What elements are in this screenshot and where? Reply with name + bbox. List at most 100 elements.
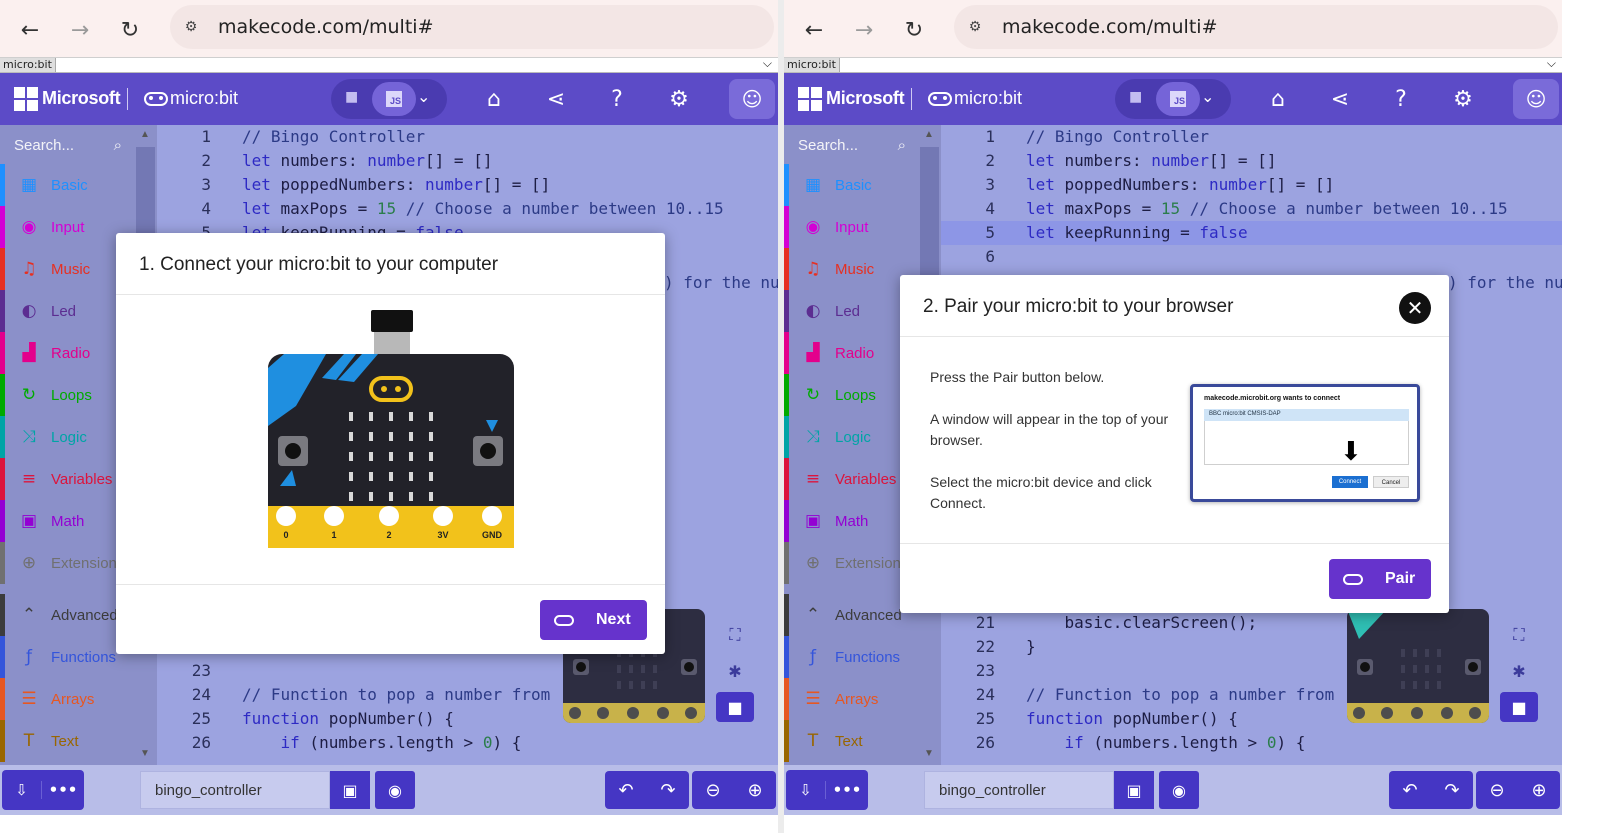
redo-icon[interactable]: ↷ xyxy=(1431,780,1473,801)
share-icon[interactable]: ⋖ xyxy=(541,85,571,113)
scroll-up-icon[interactable]: ▲ xyxy=(140,129,150,140)
toolbox-category-math[interactable]: ▣ Math xyxy=(784,500,918,542)
toolbox-category-radio[interactable]: ▟ Radio xyxy=(784,332,918,374)
toolbox-category-led[interactable]: ◐ Led xyxy=(784,290,918,332)
more-options-icon[interactable]: ••• xyxy=(42,781,84,799)
scroll-down-icon[interactable]: ▼ xyxy=(924,748,934,759)
editor-toggle[interactable]: ■ JS ⌄ xyxy=(1115,79,1231,119)
javascript-toggle[interactable]: JS xyxy=(372,82,416,116)
code-line[interactable]: 5 let keepRunning = false xyxy=(941,221,1562,245)
toolbox-category-loops[interactable]: ↻ Loops xyxy=(784,374,918,416)
help-icon[interactable]: ? xyxy=(602,85,632,113)
scroll-up-icon[interactable]: ▲ xyxy=(924,129,934,140)
address-bar[interactable]: ⚙ makecode.com/multi# xyxy=(954,5,1558,49)
more-options-icon[interactable]: ••• xyxy=(826,781,868,799)
code-line[interactable]: 1 // Bingo Controller xyxy=(157,125,778,149)
toolbox-category-led[interactable]: ◐ Led xyxy=(0,290,134,332)
toolbox-category-advanced[interactable]: ⌃ Advanced xyxy=(784,594,918,636)
stop-button[interactable]: ■ xyxy=(1500,692,1538,722)
home-icon[interactable]: ⌂ xyxy=(1263,85,1293,113)
code-line[interactable]: 3 let poppedNumbers: number[] = [] xyxy=(941,173,1562,197)
toolbox-category-extensions[interactable]: ⊕ Extensions xyxy=(784,542,918,584)
zoom-out-icon[interactable]: ⊖ xyxy=(1476,780,1518,801)
download-icon[interactable]: ⇩ xyxy=(2,781,42,799)
site-settings-icon[interactable]: ⚙ xyxy=(178,14,204,40)
download-icon[interactable]: ⇩ xyxy=(786,781,826,799)
help-icon[interactable]: ? xyxy=(1386,85,1416,113)
editor-toggle[interactable]: ■ JS ⌄ xyxy=(331,79,447,119)
gear-icon[interactable]: ⚙ xyxy=(664,85,694,113)
code-line[interactable]: 26 if (numbers.length > 0) { xyxy=(941,731,1562,755)
code-line[interactable]: 1 // Bingo Controller xyxy=(941,125,1562,149)
toolbox-category-loops[interactable]: ↻ Loops xyxy=(0,374,134,416)
toolbox-category-input[interactable]: ◉ Input xyxy=(784,206,918,248)
toolbox-category-arrays[interactable]: ☰ Arrays xyxy=(784,678,918,720)
code-line[interactable]: 3 let poppedNumbers: number[] = [] xyxy=(157,173,778,197)
save-icon[interactable]: ▣ xyxy=(330,771,370,809)
debug-bug-icon[interactable]: ✱ xyxy=(1500,656,1538,686)
undo-icon[interactable]: ↶ xyxy=(605,780,647,801)
zoom-out-icon[interactable]: ⊖ xyxy=(692,780,734,801)
toolbox-category-text[interactable]: T Text xyxy=(784,720,918,762)
toolbox-category-input[interactable]: ◉ Input xyxy=(0,206,134,248)
redo-icon[interactable]: ↷ xyxy=(647,780,689,801)
toolbox-category-arrays[interactable]: ☰ Arrays xyxy=(0,678,134,720)
undo-icon[interactable]: ↶ xyxy=(1389,780,1431,801)
toolbox-category-functions[interactable]: ƒ Functions xyxy=(784,636,918,678)
address-bar[interactable]: ⚙ makecode.com/multi# xyxy=(170,5,774,49)
toolbox-category-radio[interactable]: ▟ Radio xyxy=(0,332,134,374)
toolbox-category-basic[interactable]: ▦ Basic xyxy=(784,164,918,206)
back-arrow-icon[interactable]: ← xyxy=(12,12,48,48)
code-line[interactable]: 6 xyxy=(941,245,1562,269)
search-input[interactable]: Search... xyxy=(14,137,74,154)
reload-icon[interactable]: ↻ xyxy=(112,12,148,48)
github-icon[interactable]: ◉ xyxy=(375,771,415,809)
search-icon[interactable]: ⌕ xyxy=(114,136,122,154)
download-button[interactable]: ⇩ ••• xyxy=(786,770,868,810)
toolbox-search[interactable]: Search... ⌕ xyxy=(0,125,134,165)
close-icon[interactable]: ✕ xyxy=(1399,292,1431,324)
toolbox-category-variables[interactable]: ≡ Variables xyxy=(0,458,134,500)
next-button[interactable]: Next xyxy=(540,600,647,640)
toolbox-search[interactable]: Search... ⌕ xyxy=(784,125,918,165)
share-icon[interactable]: ⋖ xyxy=(1325,85,1355,113)
toolbox-category-functions[interactable]: ƒ Functions xyxy=(0,636,134,678)
fullscreen-icon[interactable]: ⛶ xyxy=(716,620,754,650)
blocks-icon[interactable]: ■ xyxy=(345,89,361,107)
zoom-in-icon[interactable]: ⊕ xyxy=(1518,780,1560,801)
forward-arrow-icon[interactable]: → xyxy=(846,12,882,48)
javascript-toggle[interactable]: JS xyxy=(1156,82,1200,116)
fullscreen-icon[interactable]: ⛶ xyxy=(1500,620,1538,650)
reload-icon[interactable]: ↻ xyxy=(896,12,932,48)
chevron-down-icon[interactable]: ⌄ xyxy=(417,87,430,106)
scroll-down-icon[interactable]: ▼ xyxy=(140,748,150,759)
chevron-down-icon[interactable]: ⌵ xyxy=(763,56,772,71)
toolbox-category-advanced[interactable]: ⌃ Advanced xyxy=(0,594,134,636)
code-line[interactable]: 26 if (numbers.length > 0) { xyxy=(157,731,778,755)
zoom-in-icon[interactable]: ⊕ xyxy=(734,780,776,801)
toolbox-category-math[interactable]: ▣ Math xyxy=(0,500,134,542)
pair-button[interactable]: Pair xyxy=(1329,559,1431,599)
project-name-input[interactable]: bingo_controller xyxy=(924,771,1114,809)
code-line[interactable]: 4 let maxPops = 15 // Choose a number bet… xyxy=(941,197,1562,221)
site-settings-icon[interactable]: ⚙ xyxy=(962,14,988,40)
github-icon[interactable]: ◉ xyxy=(1159,771,1199,809)
toolbox-category-variables[interactable]: ≡ Variables xyxy=(784,458,918,500)
user-settings-icon[interactable]: ☺ xyxy=(729,79,775,119)
project-name-input[interactable]: bingo_controller xyxy=(140,771,330,809)
back-arrow-icon[interactable]: ← xyxy=(796,12,832,48)
stop-button[interactable]: ■ xyxy=(716,692,754,722)
toolbox-category-logic[interactable]: ⤨ Logic xyxy=(0,416,134,458)
toolbox-category-basic[interactable]: ▦ Basic xyxy=(0,164,134,206)
search-input[interactable]: Search... xyxy=(798,137,858,154)
blocks-icon[interactable]: ■ xyxy=(1129,89,1145,107)
code-line[interactable]: 2 let numbers: number[] = [] xyxy=(157,149,778,173)
user-settings-icon[interactable]: ☺ xyxy=(1513,79,1559,119)
debug-bug-icon[interactable]: ✱ xyxy=(716,656,754,686)
forward-arrow-icon[interactable]: → xyxy=(62,12,98,48)
code-line[interactable]: 4 let maxPops = 15 // Choose a number bet… xyxy=(157,197,778,221)
code-line[interactable]: 2 let numbers: number[] = [] xyxy=(941,149,1562,173)
download-button[interactable]: ⇩ ••• xyxy=(2,770,84,810)
toolbox-category-music[interactable]: ♫ Music xyxy=(0,248,134,290)
simulator[interactable] xyxy=(1347,609,1489,723)
